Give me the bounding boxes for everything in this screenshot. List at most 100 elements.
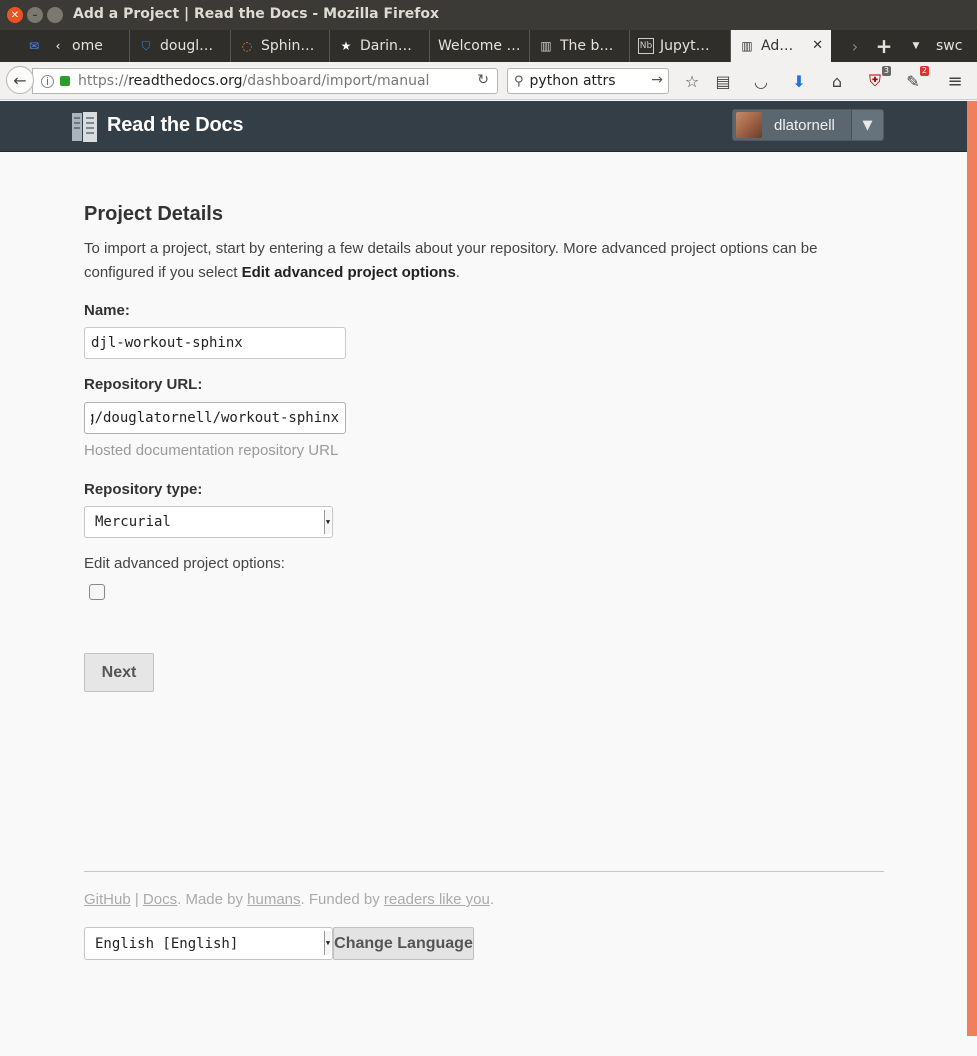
ublock-badge: 3 [881,66,891,76]
navigation-toolbar: i https://readthedocs.org/dashboard/impo… [0,62,977,100]
user-menu[interactable]: dlatornell ▼ [732,109,884,141]
advanced-options-label: Edit advanced project options: [84,555,285,572]
repository-type-select[interactable]: Mercurial ▼ [84,506,333,538]
url-path: /dashboard/import/manual [242,73,430,89]
url-host: readthedocs.org [128,73,243,89]
back-arrow-icon: ← [13,70,27,90]
chevron-down-icon: ▼ [324,931,331,955]
window-titlebar: ✕ – Add a Project | Read the Docs - Mozi… [0,0,977,30]
tab-label: ome [72,38,103,54]
home-icon[interactable]: ⌂ [827,71,847,91]
page-title: Project Details [84,203,223,225]
tab-label: Sphin… [261,38,315,54]
tab-darin[interactable]: ★ Darin… [330,30,430,62]
github-link[interactable]: GitHub [84,891,131,908]
footer-divider [84,871,884,872]
star-icon: ★ [340,39,352,53]
next-button[interactable]: Next [84,653,154,692]
window-title: Add a Project | Read the Docs - Mozilla … [73,6,439,22]
search-icon: ⚲ [514,73,524,89]
tab-label: The b… [560,38,614,54]
tab-overflow-label[interactable]: swc [936,30,976,62]
footer-links: GitHub | Docs. Made by humans. Funded by… [84,891,494,908]
pocket-icon[interactable]: ◡ [751,71,771,91]
brand-name[interactable]: Read the Docs [107,114,244,137]
username[interactable]: dlatornell [774,117,835,134]
humans-link[interactable]: humans [247,891,300,908]
url-scheme: https:// [78,73,129,89]
site-header: Read the Docs dlatornell ▼ [0,101,967,152]
tab-label: Jupyt… [660,38,710,54]
back-button[interactable]: ← [6,66,34,94]
reload-icon[interactable]: ↻ [477,72,489,88]
language-value: English [English] [95,935,239,952]
avatar [736,112,762,138]
url-text[interactable]: https://readthedocs.org/dashboard/import… [78,73,458,89]
inbox-icon: ✉ [28,39,40,53]
name-input-value: djl-workout-sphinx [91,335,243,351]
bookmark-star-icon[interactable]: ☆ [682,71,702,91]
search-go-icon[interactable]: → [651,72,663,88]
extension-badge: 2 [919,66,929,76]
scrollbar[interactable] [967,101,977,1036]
downloads-icon[interactable]: ⬇ [789,71,809,91]
rtd-logo-icon[interactable] [71,111,98,143]
tab-add-project[interactable]: ▥ Ad… ✕ [731,30,831,62]
name-label: Name: [84,302,130,319]
search-input[interactable]: python attrs [530,73,616,89]
repository-type-label: Repository type: [84,481,203,498]
window-close-button[interactable]: ✕ [7,7,23,23]
book-icon: ▥ [540,39,552,53]
repository-type-value: Mercurial [95,514,171,530]
footer-text: . Funded by [300,891,384,908]
new-tab-button[interactable]: + [873,30,895,62]
site-info-icon[interactable]: i [41,74,54,88]
repository-url-help: Hosted documentation repository URL [84,442,339,459]
name-input[interactable]: djl-workout-sphinx [84,327,346,359]
repository-url-value: https://bitbucket.org/douglatornell/work… [91,410,339,426]
user-dropdown-icon[interactable]: ▼ [851,110,883,140]
scroll-tabs-right-icon[interactable]: › [845,30,865,62]
tab-label: dougl… [160,38,214,54]
footer-text: . Made by [177,891,248,908]
readers-link[interactable]: readers like you [384,891,490,908]
tab-sphinx[interactable]: ◌ Sphin… [231,30,330,62]
page-description: To import a project, start by entering a… [84,237,884,285]
menu-icon[interactable]: ≡ [945,71,965,92]
sphinx-icon: ◌ [241,39,253,53]
footer-separator: | [130,891,143,908]
tab-label: Ad… [761,38,794,54]
book-icon: ▥ [741,39,753,53]
repository-url-label: Repository URL: [84,376,203,393]
reader-view-icon[interactable]: ▤ [713,71,733,91]
tab-bar: ✉ ‹ ome ⛉ dougl… ◌ Sphin… ★ Darin… Welco… [0,30,977,62]
tab-close-icon[interactable]: ✕ [812,38,823,53]
url-bar[interactable]: i https://readthedocs.org/dashboard/impo… [32,68,498,94]
lock-icon [60,76,70,86]
tab-the-b[interactable]: ▥ The b… [530,30,630,62]
language-select[interactable]: English [English] ▼ [84,927,333,960]
advanced-options-checkbox[interactable] [89,584,105,600]
tab-bitbucket[interactable]: ⛉ dougl… [130,30,231,62]
notebook-icon: Nb [638,38,654,54]
tab-inbox[interactable]: ✉ ‹ ome [18,30,130,62]
bitbucket-icon: ⛉ [141,38,151,53]
search-bar[interactable]: ⚲ python attrs → [507,68,669,94]
tab-jupyter[interactable]: Nb Jupyt… [630,30,731,62]
description-emphasis: Edit advanced project options [241,264,456,281]
change-language-button[interactable]: Change Language [333,927,474,960]
all-tabs-dropdown-icon[interactable]: ▼ [907,30,925,62]
ublock-icon[interactable]: ⛨ 3 [865,66,891,91]
scroll-tabs-left-icon[interactable]: ‹ [50,38,66,54]
tab-label: Welcome … [438,38,521,54]
tab-welcome[interactable]: Welcome … [430,30,530,62]
chevron-down-icon: ▼ [324,510,331,534]
docs-link[interactable]: Docs [143,891,177,908]
description-end: . [455,264,460,281]
window-maximize-button[interactable] [47,7,63,23]
footer-text: . [489,891,494,908]
extension-icon[interactable]: ✎ 2 [903,66,929,91]
repository-url-input[interactable]: https://bitbucket.org/douglatornell/work… [84,402,346,434]
window-minimize-button[interactable]: – [27,7,43,23]
tab-label: Darin… [360,38,412,54]
